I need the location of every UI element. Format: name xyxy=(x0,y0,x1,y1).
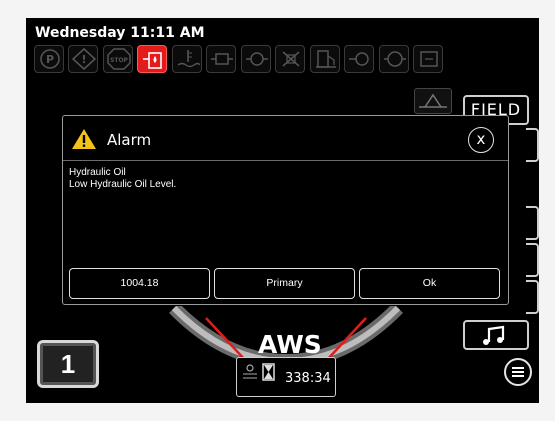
stop-icon-label: STOP xyxy=(110,57,129,64)
side-button-2[interactable] xyxy=(526,128,539,162)
transmission-icon[interactable] xyxy=(241,45,271,73)
alarm-dialog: Alarm x Hydraulic Oil Low Hydraulic Oil … xyxy=(62,115,509,305)
alarm-dialog-title: Alarm xyxy=(107,131,152,149)
hydraulic-filter-icon[interactable] xyxy=(275,45,305,73)
parking-brake-icon[interactable]: P xyxy=(34,45,64,73)
caution-icon[interactable]: ! xyxy=(68,45,98,73)
alarm-code-button[interactable]: 1004.18 xyxy=(69,268,210,299)
coolant-temp-icon[interactable] xyxy=(172,45,202,73)
fuel-level-icon[interactable] xyxy=(310,45,340,73)
svg-text:!: ! xyxy=(81,53,86,66)
alternator-icon[interactable] xyxy=(413,45,443,73)
alarm-source-button[interactable]: Primary xyxy=(214,268,355,299)
oil-filter-icon[interactable] xyxy=(379,45,409,73)
air-filter-icon[interactable] xyxy=(344,45,374,73)
steering-mode-label: AWS xyxy=(258,330,322,359)
hourglass-icon xyxy=(243,363,275,381)
menu-button[interactable] xyxy=(504,358,532,386)
svg-text:P: P xyxy=(46,53,54,66)
warning-icon xyxy=(72,129,96,149)
music-note-icon xyxy=(483,325,505,345)
side-button-3[interactable] xyxy=(526,206,539,240)
indicator-row: P ! STOP xyxy=(34,45,534,77)
stop-icon[interactable]: STOP xyxy=(103,45,133,73)
gear-indicator[interactable]: 1 xyxy=(37,340,99,388)
side-button-5[interactable] xyxy=(526,280,539,314)
display-screen: Wednesday 11:11 AM P ! STOP FIELD 1 AWS … xyxy=(26,18,539,403)
hour-meter-value: 338:34 xyxy=(285,371,331,386)
ok-button[interactable]: Ok xyxy=(359,268,500,299)
alarm-message: Hydraulic Oil Low Hydraulic Oil Level. xyxy=(69,167,176,191)
hydraulic-oil-icon[interactable] xyxy=(137,45,167,73)
alarm-message-detail: Low Hydraulic Oil Level. xyxy=(69,179,177,190)
hour-meter: 338:34 xyxy=(236,357,336,397)
menu-icon xyxy=(512,367,524,369)
music-button[interactable] xyxy=(463,320,529,350)
alarm-message-title: Hydraulic Oil xyxy=(69,167,126,178)
hitch-icon[interactable] xyxy=(414,88,452,114)
date-time-label: Wednesday 11:11 AM xyxy=(35,25,205,41)
engine-oil-pressure-icon[interactable] xyxy=(206,45,236,73)
alarm-dialog-header: Alarm x xyxy=(63,116,508,161)
side-button-4[interactable] xyxy=(526,243,539,277)
close-button[interactable]: x xyxy=(468,127,494,153)
